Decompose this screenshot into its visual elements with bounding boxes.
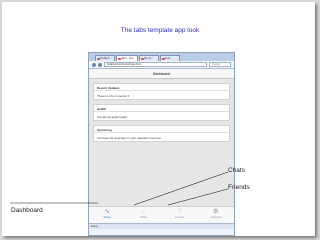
tab-account[interactable]: ⚙ Account (204, 209, 228, 219)
browser-tab[interactable]: Ionic... (160, 55, 180, 61)
browser-tabstrip: Mozilla F... http://...html Run of... Io… (89, 53, 234, 61)
browser-window: Mozilla F... http://...html Run of... Io… (88, 52, 235, 236)
back-icon[interactable] (92, 62, 96, 67)
card-health: Health You ate an apple today! (93, 104, 230, 121)
favicon-icon (162, 57, 165, 60)
tab-status[interactable]: ∿ Status (95, 209, 119, 219)
app-view: Dashboard Recent Updates There is a fire… (89, 69, 234, 229)
gear-icon: ⚙ (213, 209, 219, 215)
card-title: Health (94, 105, 229, 112)
tab-label: Friends (175, 216, 184, 219)
slide-title: The tabs template app look (120, 27, 200, 34)
search-input[interactable]: Google (209, 62, 231, 67)
tab-label: Status (103, 216, 111, 219)
tab-chats[interactable]: ◌ Chats (131, 209, 155, 219)
card-recent-updates: Recent Updates There is a fire in sector… (93, 83, 230, 100)
forward-icon[interactable] (98, 62, 102, 67)
annotation-dashboard: Dashboard (11, 207, 43, 214)
address-bar[interactable]: localhost/ionic/www/index.html (104, 62, 207, 67)
browser-tab-active[interactable]: http://...html (116, 55, 138, 61)
browser-status-bar: Ready (89, 223, 234, 229)
pulse-icon: ∿ (104, 209, 110, 215)
app-tab-bar: ∿ Status ◌ Chats ♡ Friends ⚙ Account (89, 206, 234, 223)
card-body: You ate an apple today! (97, 114, 128, 119)
annotation-friends: Friends (228, 184, 250, 191)
card-title: Recent Updates (94, 84, 229, 91)
card-upcoming: Upcoming You have 29 meetings on your ca… (93, 125, 230, 142)
tab-label: Chats (139, 216, 147, 219)
annotation-chats: Chats (228, 167, 245, 174)
card-body: There is a fire in sector 3 (97, 93, 129, 98)
favicon-icon (97, 57, 100, 60)
browser-navbar: localhost/ionic/www/index.html Google (89, 61, 234, 69)
tab-label: Account (211, 216, 221, 219)
app-header-title: Dashboard (89, 69, 234, 79)
heart-icon: ♡ (176, 209, 183, 215)
tab-friends[interactable]: ♡ Friends (168, 209, 192, 219)
chat-icon: ◌ (141, 209, 146, 215)
card-body: You have 29 meetings on your calendar to… (97, 135, 162, 140)
card-title: Upcoming (94, 126, 229, 133)
browser-tab[interactable]: Run of... (139, 55, 159, 61)
browser-tab[interactable]: Mozilla F... (95, 55, 115, 61)
favicon-icon (118, 57, 121, 60)
favicon-icon (141, 57, 144, 60)
